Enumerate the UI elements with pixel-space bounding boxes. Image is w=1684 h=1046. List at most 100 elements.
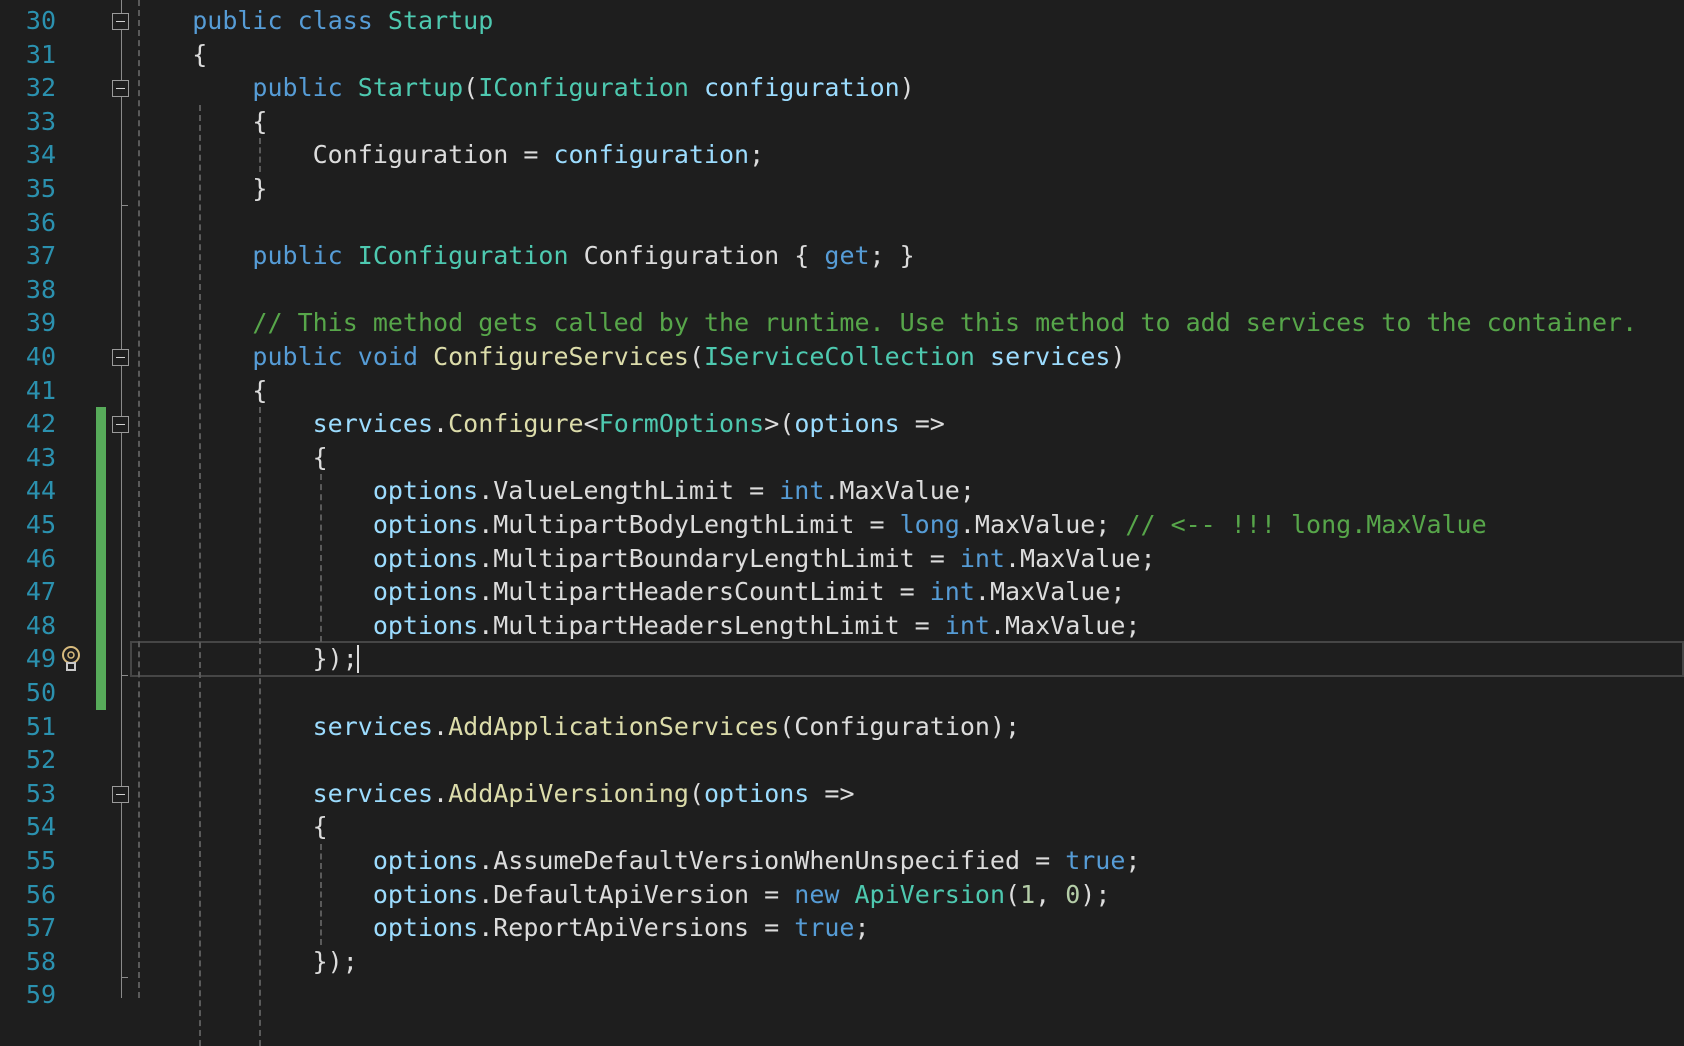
fold-end-marker xyxy=(121,675,128,676)
code-token: .MultipartBodyLengthLimit = xyxy=(478,510,900,539)
collapse-toggle[interactable] xyxy=(112,13,129,30)
code-token: ApiVersion xyxy=(854,879,1005,909)
code-token: { xyxy=(132,39,208,69)
code-token: public xyxy=(252,342,343,371)
code-line[interactable]: options.MultipartBoundaryLengthLimit = i… xyxy=(132,542,1156,576)
line-number: 51 xyxy=(25,711,56,741)
code-token: class xyxy=(297,6,373,35)
line-number: 35 xyxy=(25,174,56,203)
line-number: 38 xyxy=(25,274,56,304)
line-number: 50 xyxy=(25,678,56,707)
code-token: } xyxy=(132,174,268,203)
collapse-toggle[interactable] xyxy=(112,785,129,803)
code-token: .ValueLengthLimit = xyxy=(478,476,780,506)
line-number: 49 xyxy=(25,644,56,674)
code-token: options xyxy=(794,409,900,439)
code-token: AddApplicationServices xyxy=(448,711,780,741)
code-token: , xyxy=(1035,879,1066,909)
code-token: IServiceCollection xyxy=(704,342,975,371)
line-number: 36 xyxy=(25,207,56,237)
code-token: .MaxValue; xyxy=(959,510,1126,539)
code-line[interactable]: options.ValueLengthLimit = int.MaxValue; xyxy=(132,474,975,508)
code-token: Configuration { xyxy=(568,241,825,271)
code-line[interactable]: { xyxy=(132,38,207,72)
code-line[interactable]: services.Configure<FormOptions>(options … xyxy=(132,407,945,441)
text-caret xyxy=(357,645,359,674)
code-line[interactable]: services.AddApiVersioning(options => xyxy=(132,777,855,811)
code-token: ); xyxy=(1080,879,1111,909)
line-number: 43 xyxy=(25,442,56,472)
code-line[interactable]: options.ReportApiVersions = true; xyxy=(132,911,870,945)
outline-fold-line xyxy=(121,0,122,998)
code-token: . xyxy=(433,409,449,439)
code-line[interactable]: { xyxy=(132,441,328,475)
code-token: true xyxy=(794,913,855,943)
line-number: 54 xyxy=(25,812,56,842)
code-token: < xyxy=(583,409,599,439)
code-token: public xyxy=(192,6,283,35)
code-token: true xyxy=(1065,846,1126,875)
code-token: ; xyxy=(1125,846,1141,875)
code-line[interactable]: public Startup(IConfiguration configurat… xyxy=(132,71,914,105)
code-line[interactable]: options.DefaultApiVersion = new ApiVersi… xyxy=(132,878,1111,912)
code-token: IConfiguration xyxy=(357,241,569,271)
code-token: => xyxy=(899,409,945,439)
code-line[interactable]: { xyxy=(132,810,328,844)
code-line[interactable]: } xyxy=(132,172,267,206)
code-line[interactable]: options.MultipartBodyLengthLimit = long.… xyxy=(132,508,1487,542)
lightbulb-icon[interactable] xyxy=(60,645,82,673)
code-token: .MultipartBoundaryLengthLimit = xyxy=(478,543,960,573)
code-line[interactable]: options.MultipartHeadersCountLimit = int… xyxy=(132,575,1126,609)
code-token: { xyxy=(132,106,268,136)
code-line[interactable]: }); xyxy=(132,945,358,979)
code-token: ; xyxy=(749,140,765,170)
code-token: public xyxy=(252,241,343,271)
code-token: 1 xyxy=(1020,879,1036,909)
code-line[interactable]: public class Startup xyxy=(132,4,493,38)
code-token: ( xyxy=(1005,879,1021,909)
code-token: options xyxy=(372,846,479,875)
code-token: services xyxy=(312,778,434,808)
code-token: options xyxy=(372,913,479,943)
collapse-toggle[interactable] xyxy=(112,349,129,366)
code-token: options xyxy=(372,610,479,640)
code-token: public xyxy=(252,73,343,103)
code-token: }); xyxy=(132,946,358,976)
line-number: 58 xyxy=(25,946,56,976)
line-number: 34 xyxy=(25,140,56,170)
code-line[interactable]: options.MultipartHeadersLengthLimit = in… xyxy=(132,609,1141,643)
code-line[interactable]: Configuration = configuration; xyxy=(132,138,765,172)
collapse-toggle[interactable] xyxy=(112,416,129,434)
code-line[interactable]: { xyxy=(132,105,267,139)
code-token: . xyxy=(433,778,449,808)
code-token: .ReportApiVersions = xyxy=(478,913,795,943)
code-line[interactable]: services.AddApplicationServices(Configur… xyxy=(132,710,1020,744)
code-line[interactable]: public IConfiguration Configuration { ge… xyxy=(132,239,914,273)
code-token: ) xyxy=(1110,342,1126,371)
code-line[interactable]: { xyxy=(132,374,267,408)
code-line[interactable]: public void ConfigureServices(IServiceCo… xyxy=(132,340,1126,374)
code-token: Startup xyxy=(357,73,464,103)
line-number: 53 xyxy=(25,778,56,808)
code-line[interactable]: }); xyxy=(132,642,358,676)
code-token: FormOptions xyxy=(598,409,765,439)
code-token: .MaxValue; xyxy=(989,610,1141,640)
code-line[interactable]: // This method gets called by the runtim… xyxy=(132,306,1637,340)
collapse-toggle[interactable] xyxy=(112,80,129,98)
code-line[interactable]: options.AssumeDefaultVersionWhenUnspecif… xyxy=(132,844,1141,878)
line-number: 37 xyxy=(25,241,56,271)
code-token: Configure xyxy=(448,409,584,439)
code-token: ; xyxy=(854,913,870,943)
